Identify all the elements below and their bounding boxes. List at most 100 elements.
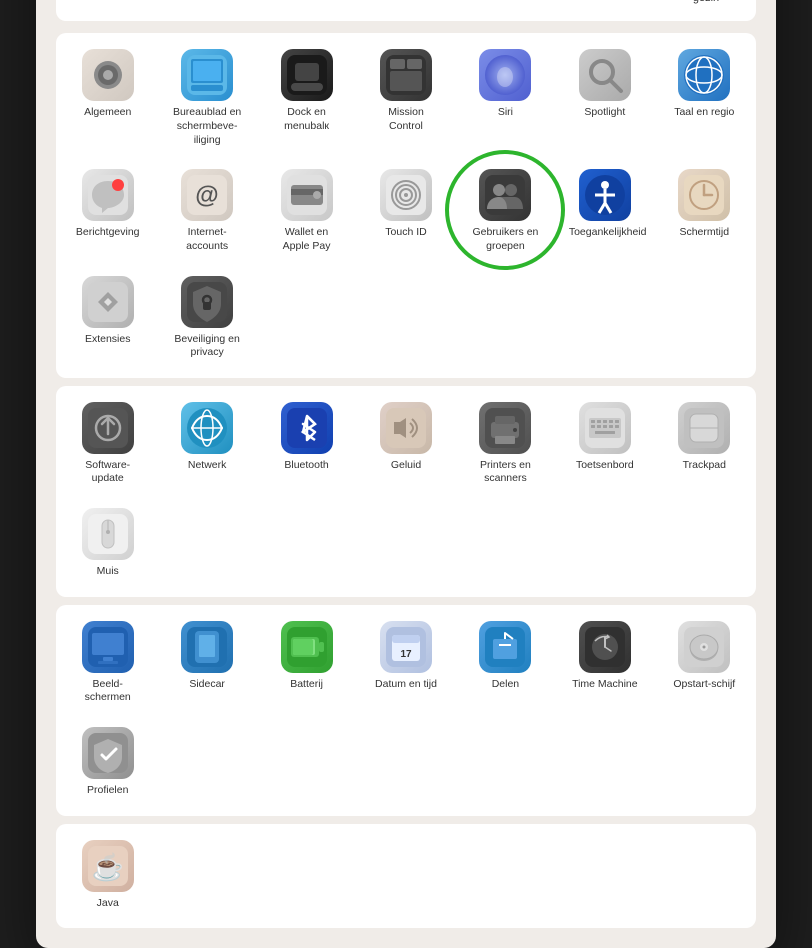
svg-text:☕: ☕ [92,851,124,882]
extensies-label: Extensies [85,333,131,347]
pref-item-softwareupdate[interactable]: Software-update [60,394,155,492]
pref-item-geluid[interactable]: Geluid [358,394,453,492]
pref-item-dock[interactable]: Dock en menubalк [259,41,354,153]
berichtgeving-icon [82,169,134,221]
opstartschijf-icon [678,621,730,673]
pref-item-delen[interactable]: Delen [458,613,553,711]
pref-item-opstartschijf[interactable]: Opstart-schijf [657,613,752,711]
pref-item-internetaccounts[interactable]: @ Internet-accounts [159,161,254,259]
system-preferences-window: ‹ › Systeemvoorkeuren 🔍 [36,0,776,948]
spotlight-label: Spotlight [584,106,625,120]
taalenregio-label: Taal en regio [674,106,734,120]
pref-item-wallet[interactable]: Wallet en Apple Pay [259,161,354,259]
pref-item-bureaublad[interactable]: Bureaublad en schermbeve­iliging [159,41,254,153]
pref-item-trackpad[interactable]: Trackpad [657,394,752,492]
sidecar-label: Sidecar [189,678,225,692]
pref-item-beveiliging[interactable]: Beveiliging en privacy [159,268,254,366]
pref-item-java[interactable]: ☕ Java [60,832,155,917]
grid-section-1: Algemeen Bureaublad en schermbeve­iligin… [56,33,756,377]
toetsenbord-label: Toetsenbord [576,459,634,473]
internetaccounts-label: Internet-accounts [171,226,243,253]
pref-item-netwerk[interactable]: Netwerk [159,394,254,492]
pref-item-timemachine[interactable]: Time Machine [557,613,652,711]
beeldschermen-icon [82,621,134,673]
svg-text:17: 17 [400,649,412,660]
family-share-button[interactable]: 👨‍👩‍👧 Delen met gezin [676,0,736,5]
row3b-grid: Muis [60,500,752,585]
algemeen-icon [82,49,134,101]
dock-label: Dock en menubalк [271,106,343,133]
delen-icon [479,621,531,673]
sidecar-icon [181,621,233,673]
beveiliging-icon [181,276,233,328]
pref-item-schermtijd[interactable]: Schermtijd [657,161,752,259]
pref-item-spotlight[interactable]: Spotlight [557,41,652,153]
java-label: Java [97,897,119,911]
touchid-label: Touch ID [385,226,426,240]
trackpad-label: Trackpad [683,459,726,473]
pref-item-datumetijd[interactable]: 17 Datum en tijd [358,613,453,711]
svg-text:@: @ [195,182,218,209]
pref-item-beeldschermen[interactable]: Beeld-schermen [60,613,155,711]
row2b-grid: Extensies Beveiliging en privacy [60,268,752,366]
pref-item-taalenregio[interactable]: Taal en regio [657,41,752,153]
muis-label: Muis [97,565,119,579]
pref-item-bluetooth[interactable]: Bluetooth [259,394,354,492]
gebruikers-icon [479,169,531,221]
pref-item-gebruikers[interactable]: Gebruikers en groepen [458,161,553,259]
pref-item-muis[interactable]: Muis [60,500,155,585]
siri-label: Siri [498,106,513,120]
taalenregio-icon [678,49,730,101]
beeldschermen-label: Beeld-schermen [72,678,144,705]
batterij-label: Batterij [290,678,323,692]
pref-item-toegankelijkheid[interactable]: Toegankelijkheid [557,161,652,259]
beveiliging-label: Beveiliging en privacy [171,333,243,360]
pref-item-siri[interactable]: Siri [458,41,553,153]
bluetooth-icon [281,402,333,454]
pref-item-batterij[interactable]: Batterij [259,613,354,711]
extensies-icon [82,276,134,328]
bureaublad-icon [181,49,233,101]
pref-item-sidecar[interactable]: Sidecar [159,613,254,711]
pref-item-toetsenbord[interactable]: Toetsenbord [557,394,652,492]
touchid-icon [380,169,432,221]
grid-section-2: Software-update Netwerk Bluetooth [56,386,756,597]
delen-label: Delen [492,678,519,692]
datumetijd-icon: 17 [380,621,432,673]
timemachine-label: Time Machine [572,678,638,692]
grid-section-3: Beeld-schermen Sidecar Batterij 1 [56,605,756,816]
schermtijd-label: Schermtijd [679,226,729,240]
pref-item-extensies[interactable]: Extensies [60,268,155,366]
muis-icon [82,508,134,560]
wallet-icon [281,169,333,221]
pref-item-missioncontrol[interactable]: Mission Control [358,41,453,153]
wallet-label: Wallet en Apple Pay [271,226,343,253]
content-area: Stefan Apple ID, iCloud, Media en App St… [36,0,776,948]
toetsenbord-icon [579,402,631,454]
pref-item-berichtgeving[interactable]: Berichtgeving [60,161,155,259]
datumetijd-label: Datum en tijd [375,678,437,692]
pref-item-algemeen[interactable]: Algemeen [60,41,155,153]
family-share-label: Delen met gezin [676,0,736,5]
printers-label: Printers en scanners [469,459,541,486]
batterij-icon [281,621,333,673]
row5-grid: ☕ Java [60,832,752,917]
row1b-grid: Berichtgeving @ Internet-accounts Wallet… [60,161,752,259]
java-icon: ☕ [82,840,134,892]
profielen-icon [82,727,134,779]
printers-icon [479,402,531,454]
missioncontrol-icon [380,49,432,101]
pref-item-printers[interactable]: Printers en scanners [458,394,553,492]
row4-grid: Beeld-schermen Sidecar Batterij 1 [60,613,752,711]
pref-item-touchid[interactable]: Touch ID [358,161,453,259]
bureaublad-label: Bureaublad en schermbeve­iliging [171,106,243,147]
internetaccounts-icon: @ [181,169,233,221]
opstartschijf-label: Opstart-schijf [673,678,735,692]
spotlight-icon [579,49,631,101]
toegankelijkheid-icon [579,169,631,221]
berichtgeving-label: Berichtgeving [76,226,140,240]
geluid-icon [380,402,432,454]
geluid-label: Geluid [391,459,421,473]
schermtijd-icon [678,169,730,221]
dock-icon [281,49,333,101]
